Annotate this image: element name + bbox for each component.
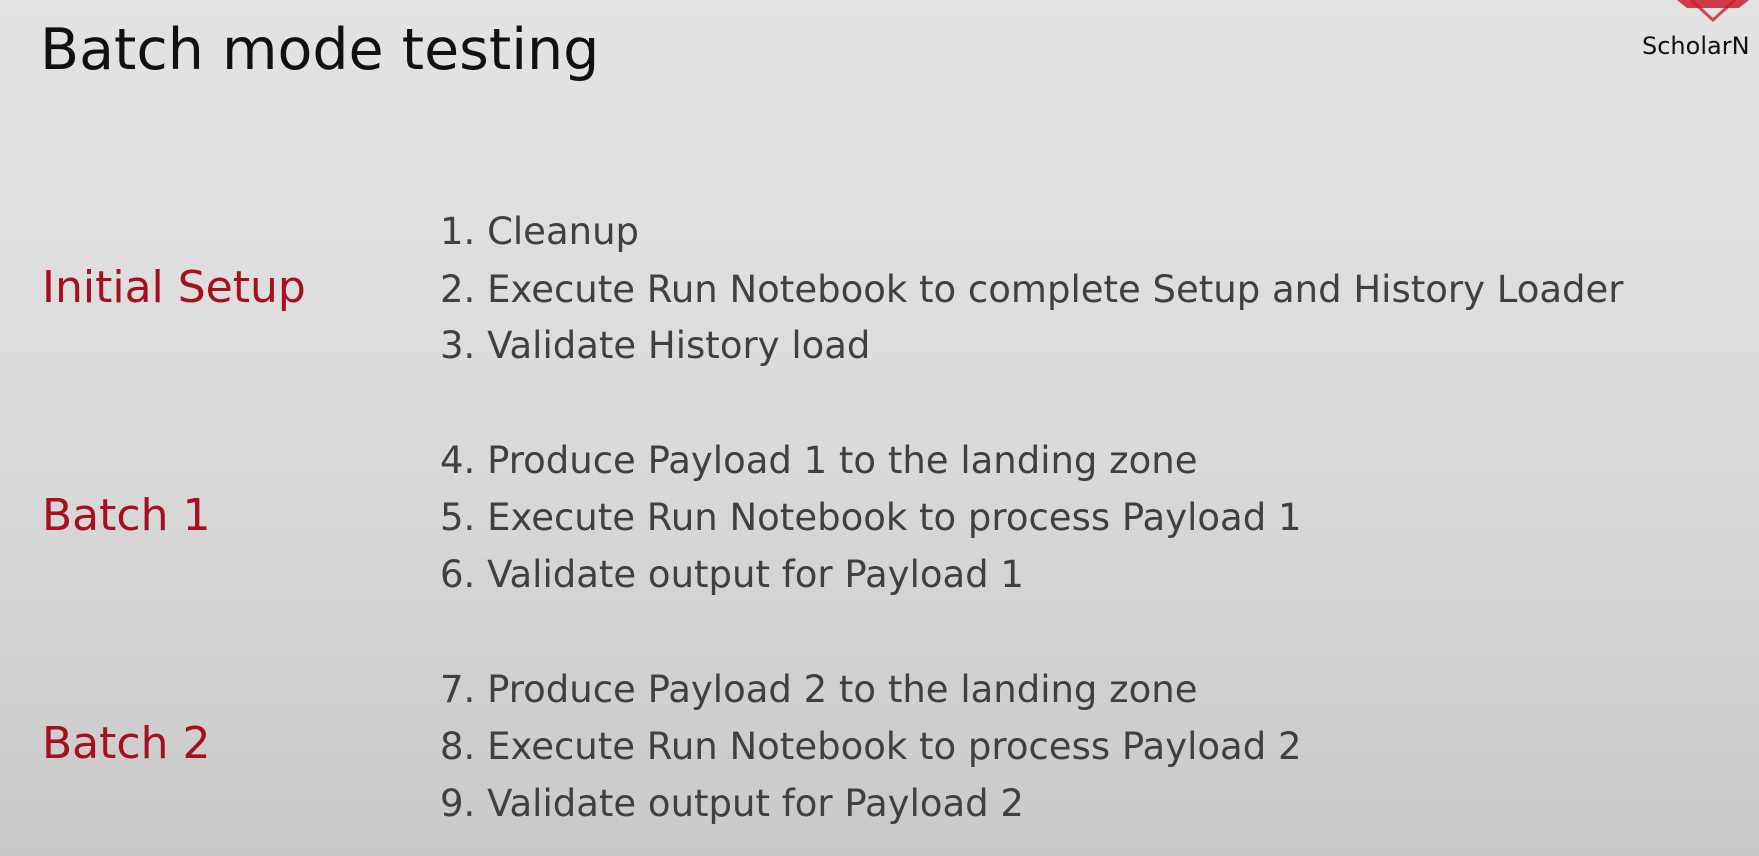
section-label-batch-1: Batch 1: [42, 490, 211, 541]
step-item: 3. Validate History load: [440, 324, 871, 367]
step-item: 7. Produce Payload 2 to the landing zone: [440, 668, 1198, 711]
logo-icon: [1677, 0, 1749, 22]
logo-text: ScholarN: [1642, 32, 1750, 60]
step-item: 5. Execute Run Notebook to process Paylo…: [440, 496, 1302, 539]
step-item: 1. Cleanup: [440, 210, 640, 253]
step-item: 2. Execute Run Notebook to complete Setu…: [440, 268, 1624, 311]
step-item: 9. Validate output for Payload 2: [440, 782, 1024, 825]
section-label-initial-setup: Initial Setup: [42, 262, 306, 313]
step-item: 8. Execute Run Notebook to process Paylo…: [440, 725, 1302, 768]
step-item: 6. Validate output for Payload 1: [440, 553, 1024, 596]
step-item: 4. Produce Payload 1 to the landing zone: [440, 439, 1198, 482]
slide-title: Batch mode testing: [40, 17, 600, 83]
section-label-batch-2: Batch 2: [42, 718, 211, 769]
